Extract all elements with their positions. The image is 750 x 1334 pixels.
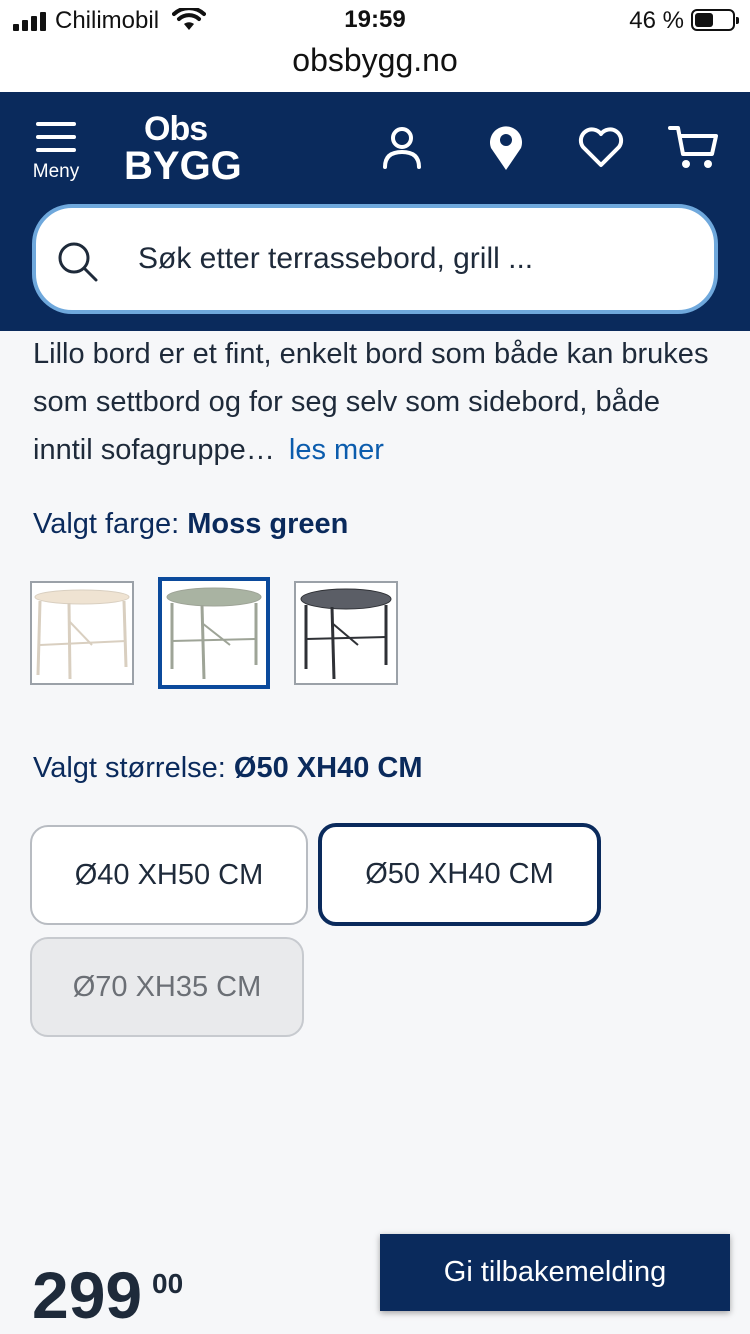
price-integer: 299 — [32, 1258, 143, 1332]
site-header: Meny Obs BYGG — [0, 92, 750, 331]
price-decimals: 00 — [152, 1268, 184, 1299]
size-option-40[interactable]: Ø40 XH50 CM — [30, 825, 308, 925]
table-dark-grey-image — [300, 588, 392, 680]
product-price: 299 00 — [32, 1262, 183, 1328]
selected-color-label: Valgt farge: Moss green — [33, 508, 349, 540]
feedback-button[interactable]: Gi tilbakemelding — [380, 1234, 730, 1311]
color-swatch-moss-green[interactable] — [158, 577, 270, 689]
menu-label: Meny — [32, 161, 80, 182]
color-swatch-beige[interactable] — [30, 581, 134, 685]
menu-button[interactable]: Meny — [28, 122, 84, 188]
read-more-link[interactable]: les mer — [289, 434, 384, 466]
size-option-50[interactable]: Ø50 XH40 CM — [318, 823, 601, 926]
hamburger-icon — [36, 122, 76, 126]
selected-size-label: Valgt størrelse: Ø50 XH40 CM — [33, 752, 423, 784]
table-moss-green-image — [166, 587, 262, 680]
browser-url[interactable]: obsbygg.no — [0, 40, 750, 92]
battery-icon — [691, 9, 739, 31]
color-swatch-dark-grey[interactable] — [294, 581, 398, 685]
selected-size-value: Ø50 XH40 CM — [233, 752, 423, 784]
size-option-70[interactable]: Ø70 XH35 CM — [30, 937, 304, 1037]
location-pin-icon[interactable] — [481, 122, 531, 172]
search-bar[interactable] — [32, 204, 718, 314]
search-icon — [58, 242, 98, 282]
table-beige-image — [34, 589, 130, 680]
battery-percentage: 46 % — [629, 7, 684, 34]
product-description: Lillo bord er et fint, enkelt bord som b… — [33, 330, 723, 474]
search-input[interactable] — [138, 228, 698, 290]
cart-icon[interactable] — [668, 122, 718, 172]
obs-bygg-logo[interactable]: Obs BYGG — [124, 112, 242, 186]
user-icon[interactable] — [377, 122, 427, 172]
selected-color-value: Moss green — [187, 508, 349, 540]
status-bar: Chilimobil 19:59 46 % — [0, 0, 750, 40]
heart-icon[interactable] — [576, 122, 626, 172]
